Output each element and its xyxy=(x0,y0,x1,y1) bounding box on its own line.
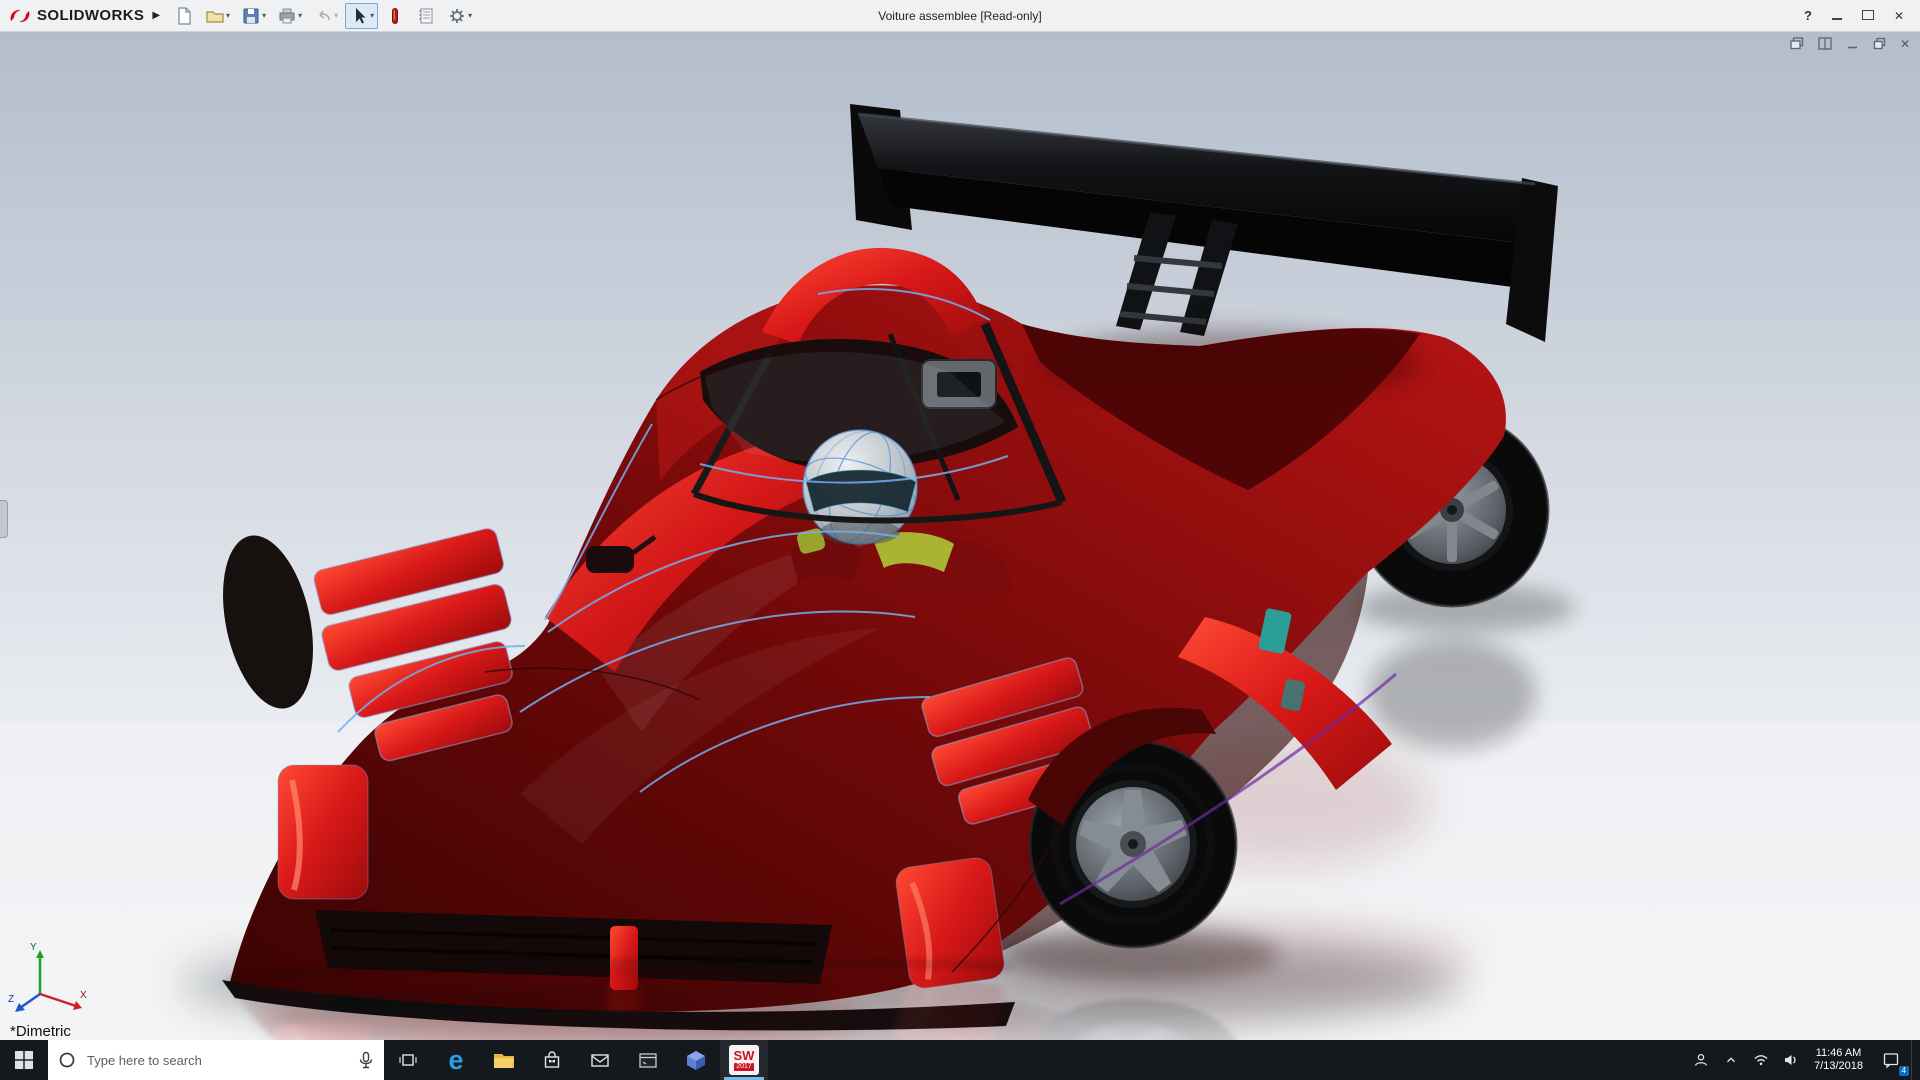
volume-button[interactable] xyxy=(1776,1040,1806,1080)
print-icon xyxy=(277,6,297,26)
task-view-icon xyxy=(397,1049,419,1071)
orientation-triad: Y X Z xyxy=(6,938,90,1022)
doc-restore-button[interactable] xyxy=(1873,37,1886,50)
maximize-button[interactable] xyxy=(1862,7,1874,25)
select-caret[interactable]: ▾ xyxy=(370,11,374,20)
open-button[interactable]: ▾ xyxy=(201,3,234,29)
window-controls: ? ✕ xyxy=(1804,7,1912,25)
file-explorer-button[interactable] xyxy=(480,1040,528,1080)
doc-minimize-button[interactable] xyxy=(1846,37,1859,50)
microphone-icon[interactable] xyxy=(358,1051,374,1069)
undo-icon xyxy=(313,6,333,26)
quick-toolbar: ▾ ▾ ▾ ▾ xyxy=(170,3,476,29)
clock-date: 7/13/2018 xyxy=(1814,1060,1863,1073)
sw-year-badge: 2017 xyxy=(734,1063,754,1071)
search-icon xyxy=(58,1051,76,1069)
axis-x-label: X xyxy=(80,990,87,1001)
print-button[interactable]: ▾ xyxy=(273,3,306,29)
open-folder-icon xyxy=(205,6,225,26)
network-button[interactable] xyxy=(1746,1040,1776,1080)
model-canvas[interactable] xyxy=(0,32,1920,1040)
doc-cascade-button[interactable] xyxy=(1790,37,1804,50)
document-window-controls: ✕ xyxy=(1790,37,1910,50)
mail-button[interactable] xyxy=(576,1040,624,1080)
notebook-icon xyxy=(416,6,436,26)
edge-icon: e xyxy=(448,1047,463,1074)
show-desktop-button[interactable] xyxy=(1911,1040,1920,1080)
action-center-button[interactable]: 4 xyxy=(1871,1040,1911,1080)
select-tool-button[interactable]: ▾ xyxy=(345,3,378,29)
solidworks-menu[interactable]: SOLIDWORKS xyxy=(8,7,144,25)
app-titlebar: SOLIDWORKS ▶ ▾ ▾ xyxy=(0,0,1920,32)
new-document-button[interactable] xyxy=(170,3,198,29)
gear-icon xyxy=(447,6,467,26)
panel-splitter-handle[interactable] xyxy=(0,500,8,538)
search-input[interactable] xyxy=(85,1052,349,1069)
select-arrow-icon xyxy=(349,6,369,26)
minimize-icon xyxy=(1832,15,1842,20)
wifi-icon xyxy=(1753,1052,1769,1068)
task-view-button[interactable] xyxy=(384,1040,432,1080)
save-caret[interactable]: ▾ xyxy=(262,11,266,20)
tile-icon xyxy=(1818,37,1832,50)
view-orientation-label: *Dimetric xyxy=(10,1023,71,1040)
doc-minimize-icon xyxy=(1846,37,1859,50)
people-button[interactable] xyxy=(1686,1040,1716,1080)
chevron-up-icon xyxy=(1724,1053,1738,1067)
options-caret[interactable]: ▾ xyxy=(468,11,472,20)
side-mirror[interactable] xyxy=(586,546,634,573)
minimize-button[interactable] xyxy=(1832,7,1842,25)
windows-taskbar: e xyxy=(0,1040,1920,1080)
appearance-icon xyxy=(385,6,405,26)
maximize-icon xyxy=(1862,10,1874,20)
solidworks-app-icon: SW 2017 xyxy=(729,1045,759,1075)
viewer-app-icon xyxy=(685,1049,707,1071)
start-button[interactable] xyxy=(0,1040,48,1080)
brand-text: SOLIDWORKS xyxy=(37,7,144,24)
help-button[interactable]: ? xyxy=(1804,8,1812,23)
close-button[interactable]: ✕ xyxy=(1894,9,1904,23)
graphics-area[interactable]: ✕ Y X Z *Dimetric xyxy=(0,32,1920,1040)
print-caret[interactable]: ▾ xyxy=(298,11,302,20)
file-explorer-icon xyxy=(492,1049,516,1071)
save-button[interactable]: ▾ xyxy=(237,3,270,29)
viewer-app-button[interactable] xyxy=(672,1040,720,1080)
options-button[interactable]: ▾ xyxy=(443,3,476,29)
solidworks-task-button[interactable]: SW 2017 xyxy=(720,1040,768,1080)
mail-icon xyxy=(589,1049,611,1071)
window-app-button[interactable] xyxy=(624,1040,672,1080)
clock[interactable]: 11:46 AM 7/13/2018 xyxy=(1806,1040,1871,1080)
new-document-icon xyxy=(174,6,194,26)
speaker-icon xyxy=(1783,1052,1799,1068)
search-box[interactable] xyxy=(48,1040,384,1080)
people-icon xyxy=(1693,1052,1709,1068)
doc-close-button[interactable]: ✕ xyxy=(1900,38,1910,50)
undo-caret[interactable]: ▾ xyxy=(334,11,338,20)
windows-logo-icon xyxy=(15,1051,33,1069)
store-icon xyxy=(541,1049,563,1071)
doc-restore-icon xyxy=(1873,37,1886,50)
save-icon xyxy=(241,6,261,26)
undo-button[interactable]: ▾ xyxy=(309,3,342,29)
notification-badge: 4 xyxy=(1899,1066,1909,1076)
menu-expand-arrow[interactable]: ▶ xyxy=(152,10,160,21)
system-tray: 11:46 AM 7/13/2018 4 xyxy=(1686,1040,1920,1080)
doc-tile-button[interactable] xyxy=(1818,37,1832,50)
axis-z-label: Z xyxy=(8,994,14,1005)
action-center-icon xyxy=(1882,1051,1900,1069)
dassault-logo-icon xyxy=(8,7,32,25)
clock-time: 11:46 AM xyxy=(1816,1047,1862,1060)
axis-y-label: Y xyxy=(30,942,37,953)
evaluate-button[interactable] xyxy=(412,3,440,29)
edge-button[interactable]: e xyxy=(432,1040,480,1080)
appearance-button[interactable] xyxy=(381,3,409,29)
store-button[interactable] xyxy=(528,1040,576,1080)
window-app-icon xyxy=(637,1049,659,1071)
open-caret[interactable]: ▾ xyxy=(226,11,230,20)
cascade-icon xyxy=(1790,37,1804,50)
tray-expand-button[interactable] xyxy=(1716,1040,1746,1080)
sw-glyph: SW xyxy=(734,1049,755,1062)
